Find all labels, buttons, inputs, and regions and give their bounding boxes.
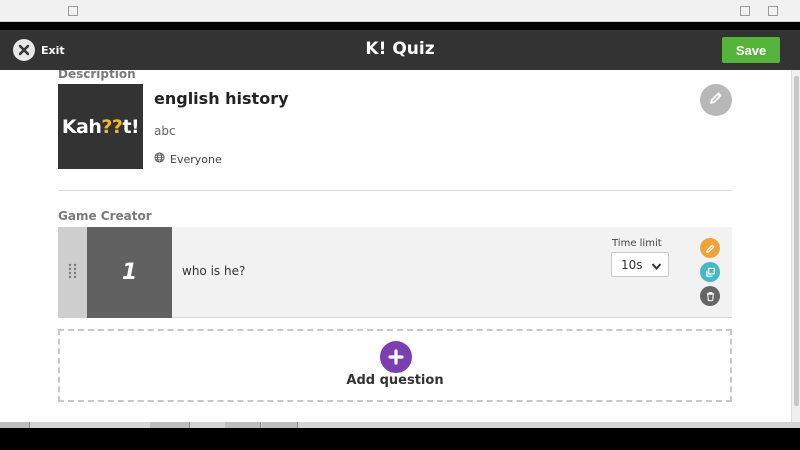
time-limit-label: Time limit xyxy=(612,238,662,249)
page-title: Quiz xyxy=(392,39,435,59)
edit-details-button[interactable] xyxy=(700,84,732,116)
game-creator-heading: Game Creator xyxy=(58,209,152,223)
question-number: 1 xyxy=(121,260,138,285)
kahoot-logo: K! xyxy=(365,39,387,59)
visibility: Everyone xyxy=(154,152,222,166)
taskbar-item[interactable] xyxy=(0,422,30,428)
app-header: Exit K! Quiz Save xyxy=(0,30,800,70)
drag-handle[interactable] xyxy=(58,227,87,318)
taskbar-item[interactable] xyxy=(150,422,190,428)
duplicate-icon xyxy=(705,263,716,282)
delete-question-button[interactable] xyxy=(700,286,720,306)
exit-label: Exit xyxy=(41,43,65,57)
brand: K! Quiz xyxy=(0,39,800,59)
taskbar-item[interactable] xyxy=(225,422,261,428)
section-divider xyxy=(58,190,732,191)
add-question-label: Add question xyxy=(346,373,444,388)
description-heading: Description xyxy=(58,70,136,81)
globe-icon xyxy=(154,152,165,166)
close-icon xyxy=(13,39,35,61)
quiz-description: abc xyxy=(154,124,176,138)
plus-icon xyxy=(380,341,412,373)
browser-glyph xyxy=(740,6,750,16)
question-text[interactable]: who is he? xyxy=(182,264,245,278)
chevron-down-icon xyxy=(651,260,662,274)
quiz-title: english history xyxy=(154,89,289,108)
save-button[interactable]: Save xyxy=(722,37,780,63)
browser-strip xyxy=(0,0,800,25)
edit-question-button[interactable] xyxy=(700,238,720,258)
add-question-button[interactable]: Add question xyxy=(58,329,732,402)
taskbar-item[interactable] xyxy=(262,422,298,428)
trash-icon xyxy=(705,287,716,306)
scrollbar-thumb[interactable] xyxy=(794,76,799,406)
exit-button[interactable]: Exit xyxy=(13,38,65,62)
visibility-label: Everyone xyxy=(170,152,222,166)
browser-glyph xyxy=(68,6,78,16)
pencil-icon xyxy=(705,239,716,258)
question-thumbnail[interactable]: 1 xyxy=(87,227,172,318)
cover-image[interactable]: Kah??t! xyxy=(58,84,143,169)
duplicate-question-button[interactable] xyxy=(700,262,720,282)
time-limit-value: 10s xyxy=(621,257,643,272)
scrollbar[interactable] xyxy=(791,70,800,422)
question-row[interactable]: 1 who is he? Time limit 10s xyxy=(58,227,732,318)
pencil-icon xyxy=(708,90,724,110)
screen: Exit K! Quiz Save Description Kah??t! eng… xyxy=(0,0,800,450)
time-limit-select[interactable]: 10s xyxy=(611,252,669,277)
quiz-editor: Description Kah??t! english history abc … xyxy=(0,70,791,422)
taskbar xyxy=(0,422,800,428)
browser-glyph xyxy=(768,6,778,16)
cover-logo: Kah??t! xyxy=(61,115,140,138)
drag-dots-icon xyxy=(68,263,77,283)
